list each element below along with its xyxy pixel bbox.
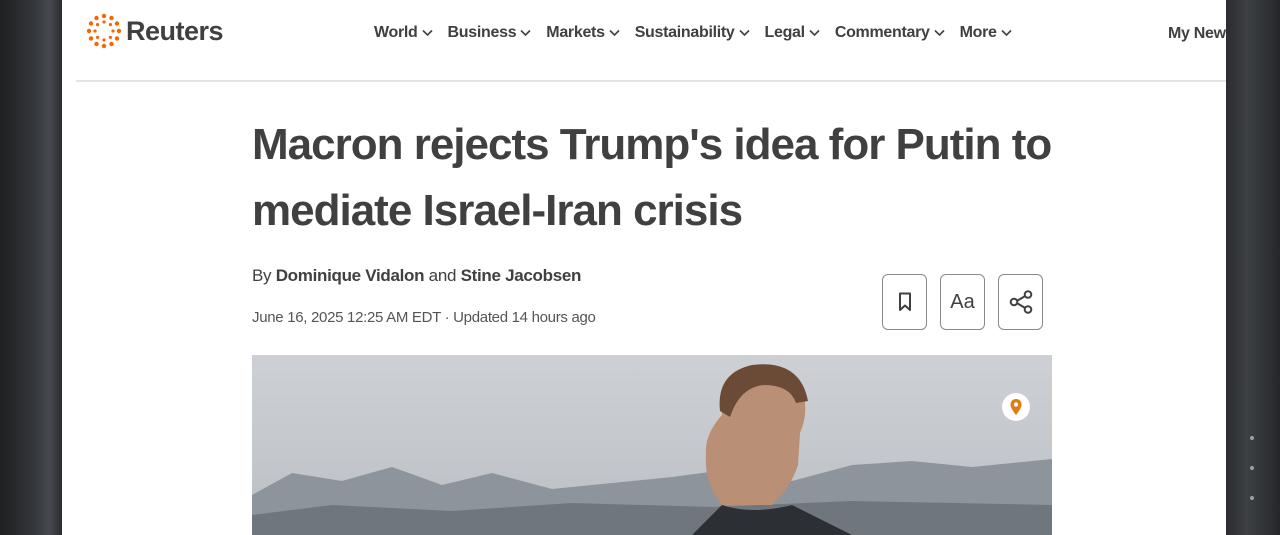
location-button[interactable] [1002, 393, 1030, 421]
chevron-down-icon [609, 29, 620, 37]
reuters-article-page: Reuters World Business Markets Sustainab… [76, 0, 1228, 535]
nav-item-label: More [959, 24, 997, 41]
nav-item-markets[interactable]: Markets [546, 24, 620, 42]
byline-prefix: By [252, 266, 272, 285]
primary-nav: World Business Markets Sustainability Le… [374, 24, 1027, 42]
monitor-bezel-left [0, 0, 62, 535]
bookmark-icon [898, 292, 911, 311]
location-pin-icon [1010, 399, 1022, 415]
hero-photo [252, 364, 1052, 535]
nav-item-label: World [374, 24, 418, 41]
reuters-logo-icon [86, 13, 122, 49]
byline-connector: and [428, 266, 457, 285]
bezel-indicator-dot [1250, 466, 1254, 470]
chevron-down-icon [809, 29, 820, 37]
chevron-down-icon [421, 29, 433, 37]
hero-image[interactable] [252, 355, 1052, 535]
article-tools: Aa [882, 274, 1056, 330]
text-size-label: Aa [950, 290, 975, 313]
chevron-down-icon [1001, 29, 1012, 37]
text-size-button[interactable]: Aa [940, 274, 985, 330]
article-dateline: June 16, 2025 12:25 AM EDT · Updated 14 … [252, 309, 596, 326]
bookmark-button[interactable] [882, 274, 927, 330]
bezel-indicator-dot [1250, 436, 1254, 440]
author-link[interactable]: Stine Jacobsen [461, 266, 582, 285]
author-link[interactable]: Dominique Vidalon [276, 266, 425, 285]
chevron-down-icon [738, 29, 750, 37]
reuters-logo[interactable]: Reuters [86, 13, 224, 49]
my-news-link[interactable]: My News [1168, 25, 1228, 43]
chevron-down-icon [520, 29, 531, 37]
nav-item-label: Business [447, 24, 517, 41]
nav-item-label: Markets [546, 24, 605, 41]
share-button[interactable] [998, 274, 1043, 330]
article-byline: By Dominique Vidalon and Stine Jacobsen [252, 266, 581, 286]
share-icon [1009, 290, 1032, 314]
nav-item-sustainability[interactable]: Sustainability [635, 24, 750, 42]
nav-item-label: Sustainability [634, 24, 735, 41]
nav-item-label: Legal [764, 24, 806, 41]
nav-item-business[interactable]: Business [448, 24, 532, 42]
logo-wordmark: Reuters [126, 15, 224, 46]
nav-item-world[interactable]: World [374, 24, 433, 42]
bezel-indicator-dot [1250, 496, 1254, 500]
nav-item-legal[interactable]: Legal [765, 24, 820, 42]
article-headline: Macron rejects Trump's idea for Putin to… [252, 120, 1052, 235]
site-header: Reuters World Business Markets Sustainab… [76, 0, 1228, 82]
nav-item-more[interactable]: More [960, 24, 1012, 42]
chevron-down-icon [934, 29, 945, 37]
browser-viewport: Reuters World Business Markets Sustainab… [62, 0, 1228, 535]
nav-item-commentary[interactable]: Commentary [835, 24, 945, 42]
nav-item-label: Commentary [834, 24, 930, 41]
monitor-bezel-right [1226, 0, 1280, 535]
